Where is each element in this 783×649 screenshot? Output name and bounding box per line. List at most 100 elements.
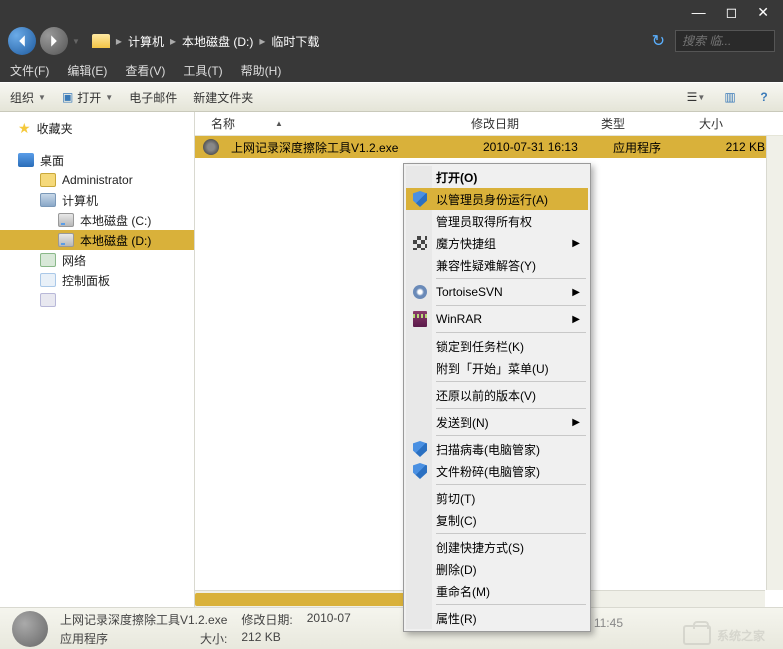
titlebar: — ◻ ✕	[0, 0, 783, 24]
status-file-icon	[12, 611, 48, 647]
cm-take-ownership[interactable]: 管理员取得所有权	[406, 210, 588, 232]
view-mode-button[interactable]: ☰ ▼	[687, 88, 705, 106]
sidebar-favorites[interactable]: ★收藏夹	[0, 118, 194, 138]
status-text: 上网记录深度擦除工具V1.2.exe 修改日期: 2010-07 应用程序 大小…	[60, 611, 351, 647]
drive-icon	[58, 233, 74, 247]
status-date: 2010-07	[307, 611, 351, 628]
file-size-cell: 212 KB	[703, 140, 773, 154]
breadcrumb[interactable]: ▸ 计算机 ▸ 本地磁盘 (D:) ▸ 临时下载	[92, 33, 648, 50]
help-button[interactable]: ?	[755, 88, 773, 106]
shield-icon	[413, 463, 427, 479]
sidebar-drive-d[interactable]: 本地磁盘 (D:)	[0, 230, 194, 250]
breadcrumb-item[interactable]: 本地磁盘 (D:)	[182, 33, 253, 50]
breadcrumb-item[interactable]: 临时下载	[271, 33, 319, 50]
grid-icon	[413, 236, 427, 250]
cm-winrar[interactable]: WinRAR▶	[406, 308, 588, 330]
status-size-label: 大小:	[200, 630, 227, 647]
sidebar-desktop[interactable]: 桌面	[0, 150, 194, 170]
menu-file[interactable]: 文件(F)	[10, 62, 49, 79]
breadcrumb-sep: ▸	[170, 34, 176, 48]
maximize-button[interactable]: ◻	[726, 4, 738, 21]
cm-restore[interactable]: 还原以前的版本(V)	[406, 384, 588, 406]
forward-button[interactable]	[40, 27, 68, 55]
file-type-cell: 应用程序	[605, 139, 703, 156]
cm-shortcut[interactable]: 创建快捷方式(S)	[406, 536, 588, 558]
cm-shred[interactable]: 文件粉碎(电脑管家)	[406, 460, 588, 482]
sidebar-computer[interactable]: 计算机	[0, 190, 194, 210]
statusbar: 上网记录深度擦除工具V1.2.exe 修改日期: 2010-07 应用程序 大小…	[0, 607, 783, 649]
exe-icon	[203, 139, 219, 155]
sidebar-admin[interactable]: Administrator	[0, 170, 194, 190]
menu-edit[interactable]: 编辑(E)	[67, 62, 107, 79]
email-button[interactable]: 电子邮件	[129, 89, 177, 106]
open-button[interactable]: ▣ 打开 ▼	[62, 89, 113, 106]
refresh-button[interactable]: ↻	[652, 31, 665, 51]
newfolder-button[interactable]: 新建文件夹	[193, 89, 253, 106]
watermark-icon	[683, 625, 711, 645]
recycle-icon	[40, 293, 56, 307]
navbar: ▼ ▸ 计算机 ▸ 本地磁盘 (D:) ▸ 临时下载 ↻	[0, 24, 783, 58]
preview-pane-button[interactable]: ▥	[721, 88, 739, 106]
cm-rename[interactable]: 重命名(M)	[406, 580, 588, 602]
control-panel-icon	[40, 273, 56, 287]
main-area: ★收藏夹 桌面 Administrator 计算机 本地磁盘 (C:) 本地磁盘…	[0, 112, 783, 607]
file-row[interactable]: 上网记录深度擦除工具V1.2.exe 2010-07-31 16:13 应用程序…	[195, 136, 783, 158]
sort-arrow-icon: ▲	[275, 119, 283, 128]
winrar-icon	[413, 311, 427, 327]
minimize-button[interactable]: —	[692, 4, 706, 20]
toolbar: 组织 ▼ ▣ 打开 ▼ 电子邮件 新建文件夹 ☰ ▼ ▥ ?	[0, 82, 783, 112]
menubar: 文件(F) 编辑(E) 查看(V) 工具(T) 帮助(H)	[0, 58, 783, 82]
breadcrumb-item[interactable]: 计算机	[128, 33, 164, 50]
vertical-scrollbar[interactable]	[766, 136, 783, 590]
col-type[interactable]: 类型	[593, 115, 691, 132]
status-size: 212 KB	[241, 630, 280, 647]
cm-tortoisesvn[interactable]: TortoiseSVN▶	[406, 281, 588, 303]
cm-run-as-admin[interactable]: 以管理员身份运行(A)	[406, 188, 588, 210]
organize-button[interactable]: 组织 ▼	[10, 89, 46, 106]
status-type: 应用程序	[60, 630, 108, 647]
drive-icon	[58, 213, 74, 227]
sidebar-network[interactable]: 网络	[0, 250, 194, 270]
search-input[interactable]	[675, 30, 775, 52]
sidebar-drive-c[interactable]: 本地磁盘 (C:)	[0, 210, 194, 230]
breadcrumb-sep: ▸	[259, 34, 265, 48]
menu-tools[interactable]: 工具(T)	[183, 62, 222, 79]
cm-cut[interactable]: 剪切(T)	[406, 487, 588, 509]
file-name-cell: 上网记录深度擦除工具V1.2.exe	[223, 139, 475, 156]
menu-view[interactable]: 查看(V)	[125, 62, 165, 79]
history-dropdown[interactable]: ▼	[72, 37, 80, 46]
cm-copy[interactable]: 复制(C)	[406, 509, 588, 531]
computer-icon	[40, 193, 56, 207]
star-icon: ★	[18, 120, 31, 137]
user-icon	[40, 173, 56, 187]
cm-open[interactable]: 打开(O)	[406, 166, 588, 188]
cm-scan-virus[interactable]: 扫描病毒(电脑管家)	[406, 438, 588, 460]
context-menu: 打开(O) 以管理员身份运行(A) 管理员取得所有权 魔方快捷组▶ 兼容性疑难解…	[403, 163, 591, 632]
cm-pin-taskbar[interactable]: 锁定到任务栏(K)	[406, 335, 588, 357]
back-button[interactable]	[8, 27, 36, 55]
file-date-cell: 2010-07-31 16:13	[475, 140, 605, 154]
svn-icon	[413, 285, 427, 299]
cm-compat[interactable]: 兼容性疑难解答(Y)	[406, 254, 588, 276]
col-name[interactable]: 名称▲	[203, 115, 463, 132]
shield-icon	[413, 191, 427, 207]
sidebar: ★收藏夹 桌面 Administrator 计算机 本地磁盘 (C:) 本地磁盘…	[0, 112, 195, 607]
column-headers: 名称▲ 修改日期 类型 大小	[195, 112, 783, 136]
sidebar-recycle[interactable]	[0, 290, 194, 310]
cm-delete[interactable]: 删除(D)	[406, 558, 588, 580]
menu-help[interactable]: 帮助(H)	[241, 62, 282, 79]
status-filename: 上网记录深度擦除工具V1.2.exe	[60, 611, 227, 628]
cm-pin-start[interactable]: 附到「开始」菜单(U)	[406, 357, 588, 379]
cm-properties[interactable]: 属性(R)	[406, 607, 588, 629]
status-date-label: 修改日期:	[241, 611, 292, 628]
col-size[interactable]: 大小	[691, 115, 761, 132]
cm-mofang[interactable]: 魔方快捷组▶	[406, 232, 588, 254]
watermark: 系统之家	[683, 625, 765, 645]
col-date[interactable]: 修改日期	[463, 115, 593, 132]
close-button[interactable]: ✕	[757, 4, 769, 21]
sidebar-control-panel[interactable]: 控制面板	[0, 270, 194, 290]
cm-sendto[interactable]: 发送到(N)▶	[406, 411, 588, 433]
network-icon	[40, 253, 56, 267]
desktop-icon	[18, 153, 34, 167]
folder-icon	[92, 34, 110, 48]
